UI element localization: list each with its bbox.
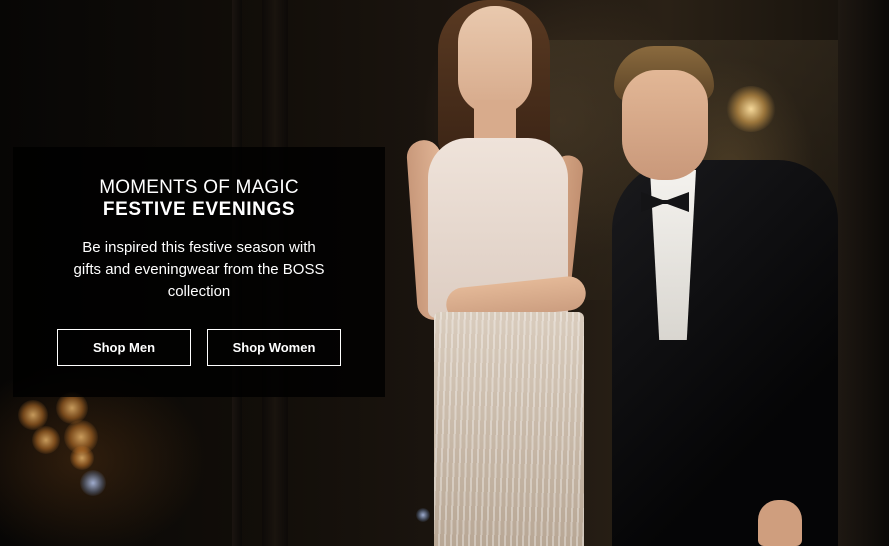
hero-banner: MOMENTS OF MAGIC FESTIVE EVENINGS Be ins…: [0, 0, 889, 546]
model-man-tuxedo: [612, 160, 838, 546]
shop-women-button[interactable]: Shop Women: [207, 329, 341, 366]
bokeh-light: [32, 426, 60, 454]
window-frame-right: [838, 0, 889, 546]
bokeh-light: [70, 446, 94, 470]
shop-men-button[interactable]: Shop Men: [57, 329, 191, 366]
model-woman-dress-skirt: [434, 312, 584, 546]
model-man-face: [622, 70, 708, 180]
bokeh-light: [80, 470, 106, 496]
promo-description: Be inspired this festive season with gif…: [73, 239, 325, 300]
model-woman-face: [458, 6, 532, 114]
model-man-hand: [758, 500, 802, 546]
background-lamp: [726, 86, 776, 132]
promo-eyebrow: MOMENTS OF MAGIC: [99, 177, 299, 198]
bokeh-light: [416, 508, 430, 522]
promo-panel: MOMENTS OF MAGIC FESTIVE EVENINGS Be ins…: [13, 147, 385, 397]
promo-title: FESTIVE EVENINGS: [102, 199, 296, 220]
